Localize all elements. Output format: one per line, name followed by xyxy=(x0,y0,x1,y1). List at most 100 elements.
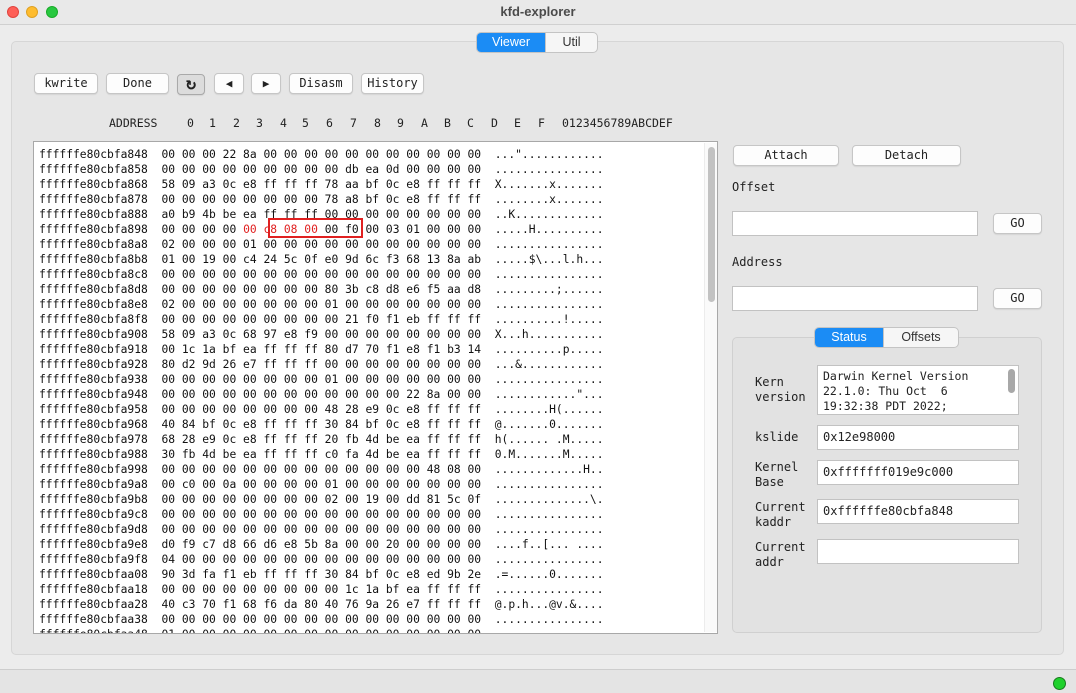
hex-row[interactable]: ffffffe80cbfa9e8 d0 f9 c7 d8 66 d6 e8 5b… xyxy=(39,537,604,552)
current-addr-field[interactable] xyxy=(817,539,1019,564)
hex-row-address: ffffffe80cbfa848 xyxy=(39,148,148,161)
hex-row[interactable]: ffffffe80cbfa928 80 d2 9d 26 e7 ff ff ff… xyxy=(39,357,604,372)
hex-row-address: ffffffe80cbfa908 xyxy=(39,328,148,341)
hex-row-ascii: .=......0....... xyxy=(494,568,604,581)
disasm-button[interactable]: Disasm xyxy=(289,73,353,94)
hex-row-ascii: ..........p..... xyxy=(494,343,604,356)
hex-row[interactable]: ffffffe80cbfa998 00 00 00 00 00 00 00 00… xyxy=(39,462,604,477)
hex-row-bytes: 58 09 a3 0c 68 97 e8 f9 00 00 00 00 00 0… xyxy=(161,328,482,341)
hex-row[interactable]: ffffffe80cbfa848 00 00 00 22 8a 00 00 00… xyxy=(39,147,604,162)
hex-row[interactable]: ffffffe80cbfa8d8 00 00 00 00 00 00 00 00… xyxy=(39,282,604,297)
hex-row[interactable]: ffffffe80cbfa918 00 1c 1a bf ea ff ff ff… xyxy=(39,342,604,357)
hex-row[interactable]: ffffffe80cbfa8f8 00 00 00 00 00 00 00 00… xyxy=(39,312,604,327)
hex-row-bytes: 02 00 00 00 00 00 00 00 01 00 00 00 00 0… xyxy=(161,298,482,311)
hex-row-bytes: 00 1c 1a bf ea ff ff ff 80 d7 70 f1 e8 f… xyxy=(161,343,482,356)
hex-row-ascii: ................ xyxy=(494,478,604,491)
hex-row-ascii: ................ xyxy=(494,613,604,626)
hex-row[interactable]: ffffffe80cbfa9f8 04 00 00 00 00 00 00 00… xyxy=(39,552,604,567)
hex-scroll-thumb[interactable] xyxy=(708,147,715,302)
byte-column-header: 9 xyxy=(397,116,404,130)
hex-row[interactable]: ffffffe80cbfaa38 00 00 00 00 00 00 00 00… xyxy=(39,612,604,627)
hex-row-address: ffffffe80cbfa888 xyxy=(39,208,148,221)
hex-row[interactable]: ffffffe80cbfaa08 90 3d fa f1 eb ff ff ff… xyxy=(39,567,604,582)
hex-row[interactable]: ffffffe80cbfa8c8 00 00 00 00 00 00 00 00… xyxy=(39,267,604,282)
hex-row[interactable]: ffffffe80cbfa868 58 09 a3 0c e8 ff ff ff… xyxy=(39,177,604,192)
hex-row-ascii: .....H.......... xyxy=(494,223,604,236)
tab-viewer[interactable]: Viewer xyxy=(477,33,545,52)
refresh-icon[interactable]: ↻ xyxy=(177,74,205,95)
tab-util[interactable]: Util xyxy=(545,33,597,52)
hex-row[interactable]: ffffffe80cbfa8a8 02 00 00 00 01 00 00 00… xyxy=(39,237,604,252)
hex-row-ascii: ..........!..... xyxy=(494,313,604,326)
kslide-field[interactable]: 0x12e98000 xyxy=(817,425,1019,450)
hex-row[interactable]: ffffffe80cbfa8e8 02 00 00 00 00 00 00 00… xyxy=(39,297,604,312)
hex-row-bytes: 00 00 00 00 00 00 00 00 00 00 00 00 00 0… xyxy=(161,613,482,626)
hex-row[interactable]: ffffffe80cbfa958 00 00 00 00 00 00 00 00… xyxy=(39,402,604,417)
next-page-icon[interactable]: ▶ xyxy=(251,73,281,94)
hex-row[interactable]: ffffffe80cbfa8b8 01 00 19 00 c4 24 5c 0f… xyxy=(39,252,604,267)
current-addr-label: Current addr xyxy=(755,540,806,569)
tab-status[interactable]: Status xyxy=(815,328,883,347)
hex-row[interactable]: ffffffe80cbfa878 00 00 00 00 00 00 00 00… xyxy=(39,192,604,207)
hex-row[interactable]: ffffffe80cbfa948 00 00 00 00 00 00 00 00… xyxy=(39,387,604,402)
ascii-column-header: 0123456789ABCDEF xyxy=(562,116,673,130)
hex-row-address: ffffffe80cbfa9b8 xyxy=(39,493,148,506)
kwrite-button[interactable]: kwrite xyxy=(34,73,98,94)
window-title: kfd-explorer xyxy=(500,4,576,19)
hex-row-ascii: ................ xyxy=(494,373,604,386)
hex-row-address: ffffffe80cbfa878 xyxy=(39,193,148,206)
hex-row[interactable]: ffffffe80cbfaa28 40 c3 70 f1 68 f6 da 80… xyxy=(39,597,604,612)
hex-scrollbar[interactable] xyxy=(704,143,717,632)
hex-dump-view[interactable]: ffffffe80cbfa848 00 00 00 22 8a 00 00 00… xyxy=(33,141,718,634)
current-kaddr-field[interactable]: 0xffffffe80cbfa848 xyxy=(817,499,1019,524)
hex-row[interactable]: ffffffe80cbfa9a8 00 c0 00 0a 00 00 00 00… xyxy=(39,477,604,492)
hex-row[interactable]: ffffffe80cbfa908 58 09 a3 0c 68 97 e8 f9… xyxy=(39,327,604,342)
kern-version-textarea[interactable]: Darwin Kernel Version 22.1.0: Thu Oct 6 … xyxy=(817,365,1019,415)
done-button[interactable]: Done xyxy=(106,73,169,94)
hex-row-bytes: 40 c3 70 f1 68 f6 da 80 40 76 9a 26 e7 f… xyxy=(161,598,482,611)
hex-row-ascii: 0.M.......M..... xyxy=(494,448,604,461)
kern-version-scrollbar[interactable] xyxy=(1008,369,1015,393)
hex-row-bytes: 04 00 00 00 00 00 00 00 00 00 00 00 00 0… xyxy=(161,553,482,566)
hex-row-bytes: 01 00 19 00 c4 24 5c 0f e0 9d 6c f3 68 1… xyxy=(161,253,482,266)
hex-row-bytes: 00 c0 00 0a 00 00 00 00 01 00 00 00 00 0… xyxy=(161,478,482,491)
attach-button[interactable]: Attach xyxy=(733,145,839,166)
hex-row-address: ffffffe80cbfaa48 xyxy=(39,628,148,633)
address-go-button[interactable]: GO xyxy=(993,288,1042,309)
kernel-base-field[interactable]: 0xfffffff019e9c000 xyxy=(817,460,1019,485)
hex-row[interactable]: ffffffe80cbfa988 30 fb 4d be ea ff ff ff… xyxy=(39,447,604,462)
hex-row[interactable]: ffffffe80cbfa968 40 84 bf 0c e8 ff ff ff… xyxy=(39,417,604,432)
hex-row-ascii: ..K............. xyxy=(494,208,604,221)
offset-input[interactable] xyxy=(732,211,978,236)
hex-row[interactable]: ffffffe80cbfa938 00 00 00 00 00 00 00 00… xyxy=(39,372,604,387)
byte-column-header: 7 xyxy=(350,116,357,130)
hex-row[interactable]: ffffffe80cbfa9c8 00 00 00 00 00 00 00 00… xyxy=(39,507,604,522)
hex-row-bytes: 58 09 a3 0c e8 ff ff ff 78 aa bf 0c e8 f… xyxy=(161,178,482,191)
hex-row-bytes: 00 00 00 00 00 00 00 00 00 db ea 0d 00 0… xyxy=(161,163,482,176)
hex-row[interactable]: ffffffe80cbfaa48 01 00 00 00 00 00 00 00… xyxy=(39,627,604,633)
hex-row-ascii: X.......x....... xyxy=(494,178,604,191)
tab-offsets[interactable]: Offsets xyxy=(883,328,958,347)
offset-go-button[interactable]: GO xyxy=(993,213,1042,234)
prev-page-icon[interactable]: ◀ xyxy=(214,73,244,94)
byte-column-header: 4 xyxy=(280,116,287,130)
detach-button[interactable]: Detach xyxy=(852,145,961,166)
hex-row[interactable]: ffffffe80cbfa9d8 00 00 00 00 00 00 00 00… xyxy=(39,522,604,537)
address-input[interactable] xyxy=(732,286,978,311)
hex-row-bytes: 68 28 e9 0c e8 ff ff ff 20 fb 4d be ea f… xyxy=(161,433,482,446)
hex-row[interactable]: ffffffe80cbfa858 00 00 00 00 00 00 00 00… xyxy=(39,162,604,177)
hex-row[interactable]: ffffffe80cbfa978 68 28 e9 0c e8 ff ff ff… xyxy=(39,432,604,447)
hex-row-ascii: .........;...... xyxy=(494,283,604,296)
history-button[interactable]: History xyxy=(361,73,424,94)
hex-row[interactable]: ffffffe80cbfaa18 00 00 00 00 00 00 00 00… xyxy=(39,582,604,597)
hex-row-bytes: 00 00 00 00 00 00 00 00 00 00 00 00 00 0… xyxy=(161,268,482,281)
hex-row-address: ffffffe80cbfaa08 xyxy=(39,568,148,581)
hex-row[interactable]: ffffffe80cbfa9b8 00 00 00 00 00 00 00 00… xyxy=(39,492,604,507)
hex-row-bytes: 40 84 bf 0c e8 ff ff ff 30 84 bf 0c e8 f… xyxy=(161,418,482,431)
hex-row-address: ffffffe80cbfa858 xyxy=(39,163,148,176)
hex-row-ascii: .............H.. xyxy=(494,463,604,476)
hex-row-bytes: 00 00 00 22 8a 00 00 00 00 00 00 00 00 0… xyxy=(161,148,482,161)
hex-row-address: ffffffe80cbfa8a8 xyxy=(39,238,148,251)
hex-row-ascii: ........x....... xyxy=(494,193,604,206)
hex-row-address: ffffffe80cbfa9f8 xyxy=(39,553,148,566)
